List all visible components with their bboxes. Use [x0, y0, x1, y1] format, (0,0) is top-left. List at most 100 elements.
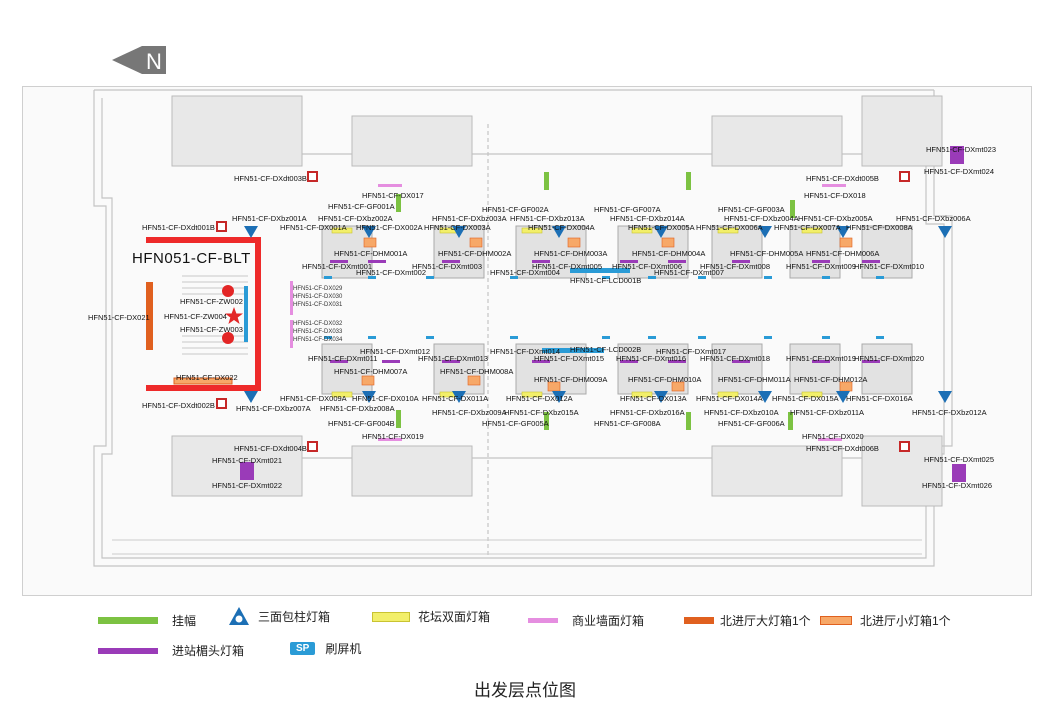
- label-dx021: HFN51-CF-DX021: [88, 313, 150, 322]
- legend-big-box: 北进厅大灯箱1个: [684, 612, 811, 629]
- label-dx005a: HFN51-CF-DX005A: [628, 223, 695, 232]
- label-dhm002a: HFN51-CF-DHM002A: [438, 249, 512, 258]
- label-dxbz009a: HFN51-CF-DXbz009A: [432, 408, 507, 417]
- label-dhm004a: HFN51-CF-DHM004A: [632, 249, 706, 258]
- label-dx009a: HFN51-CF-DX009A: [280, 394, 347, 403]
- label-dxmt018: HFN51-CF-DXmt018: [700, 354, 771, 363]
- map-caption: 出发层点位图: [474, 681, 576, 700]
- label-dxmt026: HFN51-CF-DXmt026: [922, 481, 993, 490]
- label-dxmt019: HFN51-CF-DXmt019: [786, 354, 857, 363]
- label-dhm003a: HFN51-CF-DHM003A: [534, 249, 608, 258]
- legend-planter: 花坛双面灯箱: [372, 608, 490, 625]
- legend: 挂幅 三面包柱灯箱 花坛双面灯箱 商业墙面灯箱 北进厅大灯箱1个 北进厅小灯箱1…: [0, 604, 1050, 664]
- label-gf008a: HFN51-CF-GF008A: [594, 419, 661, 428]
- label-dx004a: HFN51-CF-DX004A: [528, 223, 595, 232]
- legend-planter-label: 花坛双面灯箱: [418, 610, 491, 624]
- label-dxbz003a: HFN51-CF-DXbz003A: [432, 214, 507, 223]
- label-gf004b: HFN51-CF-GF004B: [328, 419, 395, 428]
- label-dxbz001a: HFN51-CF-DXbz001A: [232, 214, 307, 223]
- label-gf006a: HFN51-CF-GF006A: [718, 419, 785, 428]
- label-dx018: HFN51-CF-DX018: [804, 191, 866, 200]
- label-dx008a: HFN51-CF-DX008A: [846, 223, 913, 232]
- label-dxbz008a: HFN51-CF-DXbz008A: [320, 404, 395, 413]
- label-dxbz015a: HFN51-CF-DXbz015A: [504, 408, 579, 417]
- label-dxmt023: HFN51-CF-DXmt023: [926, 145, 997, 154]
- label-dxbz007a: HFN51-CF-DXbz007A: [236, 404, 311, 413]
- label-dx032: HFN51-CF-DX032: [293, 321, 343, 327]
- label-dxbz010a: HFN51-CF-DXbz010A: [704, 408, 779, 417]
- legend-banner-label: 挂幅: [172, 614, 197, 628]
- label-dxmt021: HFN51-CF-DXmt021: [212, 456, 283, 465]
- label-dxt001b: HFN51-CF-DXdt001B: [142, 223, 215, 232]
- label-dx006a: HFN51-CF-DX006A: [696, 223, 763, 232]
- label-dxbz013a: HFN51-CF-DXbz013A: [510, 214, 585, 223]
- legend-planter-swatch: [372, 611, 410, 622]
- label-dxbz016a: HFN51-CF-DXbz016A: [610, 408, 685, 417]
- label-dx020: HFN51-CF-DX020: [802, 432, 864, 441]
- label-dxbz011a: HFN51-CF-DXbz011A: [790, 408, 865, 417]
- label-dhm007a: HFN51-CF-DHM007A: [334, 367, 408, 376]
- label-dx001a: HFN51-CF-DX001A: [280, 223, 347, 232]
- label-dhm012a: HFN51-CF-DHM012A: [794, 375, 868, 384]
- label-dxbz002a: HFN51-CF-DXbz002A: [318, 214, 393, 223]
- label-dxt002b: HFN51-CF-DXdt002B: [142, 401, 215, 410]
- label-dxt006b: HFN51-CF-DXdt006B: [806, 444, 879, 453]
- legend-wall-swatch: [528, 618, 558, 623]
- highlight-area-label: HFN051-CF-BLT: [132, 250, 251, 267]
- label-dx029: HFN51-CF-DX029: [293, 286, 343, 292]
- label-dxmt020: HFN51-CF-DXmt020: [854, 354, 925, 363]
- legend-lintel-swatch: [98, 647, 158, 654]
- label-zw004: HFN51-CF-ZW004: [164, 312, 227, 321]
- legend-banner-swatch: [98, 617, 158, 624]
- label-dhm009a: HFN51-CF-DHM009A: [534, 375, 608, 384]
- label-dx011a: HFN51-CF-DX011A: [422, 394, 489, 403]
- legend-small-box: 北进厅小灯箱1个: [820, 612, 951, 629]
- label-dxmt022: HFN51-CF-DXmt022: [212, 481, 283, 490]
- label-dhm011a: HFN51-CF-DHM011A: [718, 375, 791, 384]
- legend-small-box-label: 北进厅小灯箱1个: [860, 614, 951, 628]
- label-dhm010a: HFN51-CF-DHM010A: [628, 375, 702, 384]
- label-lcd001: HFN51-CF-LCD001B: [570, 276, 642, 285]
- label-dx016a: HFN51-CF-DX016A: [846, 394, 913, 403]
- label-dx033: HFN51-CF-DX033: [293, 329, 343, 335]
- legend-tri-box: 三面包柱灯箱: [228, 606, 330, 626]
- three-face-box-icon: [229, 607, 249, 625]
- north-arrow-icon: N: [112, 46, 166, 74]
- sp-icon: SP: [290, 642, 316, 655]
- label-dx007a: HFN51-CF-DX007A: [774, 223, 841, 232]
- label-lcd002b: HFN51-CF-LCD002B: [570, 345, 642, 354]
- floor-plan: [93, 89, 966, 567]
- legend-tri-box-label: 三面包柱灯箱: [258, 609, 331, 624]
- legend-big-box-swatch: [684, 617, 714, 624]
- label-dxt003b: HFN51-CF-DXdt003B: [234, 174, 307, 183]
- legend-wall-label: 商业墙面灯箱: [572, 614, 645, 628]
- label-gf007a: HFN51-CF-GF007A: [594, 205, 661, 214]
- label-dxmt011: HFN51-CF-DXmt011: [308, 354, 378, 363]
- label-dxmt013: HFN51-CF-DXmt013: [418, 354, 489, 363]
- label-gf003a: HFN51-CF-GF003A: [718, 205, 785, 214]
- legend-wall: 商业墙面灯箱: [528, 612, 644, 629]
- label-dx015a: HFN51-CF-DX015A: [772, 394, 839, 403]
- label-dxbz006a: HFN51-CF-DXbz006A: [896, 214, 971, 223]
- legend-big-box-label: 北进厅大灯箱1个: [720, 614, 811, 628]
- label-dx012a: HFN51-CF-DX012A: [506, 394, 573, 403]
- legend-lintel-label: 进站楣头灯箱: [172, 644, 245, 658]
- label-dxbz004a: HFN51-CF-DXbz004A: [724, 214, 799, 223]
- north-label: N: [146, 49, 162, 74]
- label-dxmt015: HFN51-CF-DXmt015: [534, 354, 605, 363]
- label-dhm005a: HFN51-CF-DHM005A: [730, 249, 804, 258]
- label-gf001a: HFN51-CF-GF001A: [328, 202, 395, 211]
- label-dxmt010: HFN51-CF-DXmt010: [854, 262, 925, 271]
- lcd-strip-left: [244, 286, 248, 342]
- label-dhm008a: HFN51-CF-DHM008A: [440, 367, 514, 376]
- label-dhm001a: HFN51-CF-DHM001A: [334, 249, 408, 258]
- label-dxt005b: HFN51-CF-DXdt005B: [806, 174, 879, 183]
- legend-banner: 挂幅: [98, 612, 196, 629]
- label-dxmt025: HFN51-CF-DXmt025: [924, 455, 995, 464]
- label-dx034: HFN51-CF-DX034: [293, 337, 343, 343]
- label-dx019: HFN51-CF-DX019: [362, 432, 424, 441]
- label-dx030: HFN51-CF-DX030: [293, 294, 343, 300]
- label-dxmt009: HFN51-CF-DXmt009: [786, 262, 857, 271]
- label-dx017: HFN51-CF-DX017: [362, 191, 424, 200]
- legend-lintel: 进站楣头灯箱: [98, 642, 244, 659]
